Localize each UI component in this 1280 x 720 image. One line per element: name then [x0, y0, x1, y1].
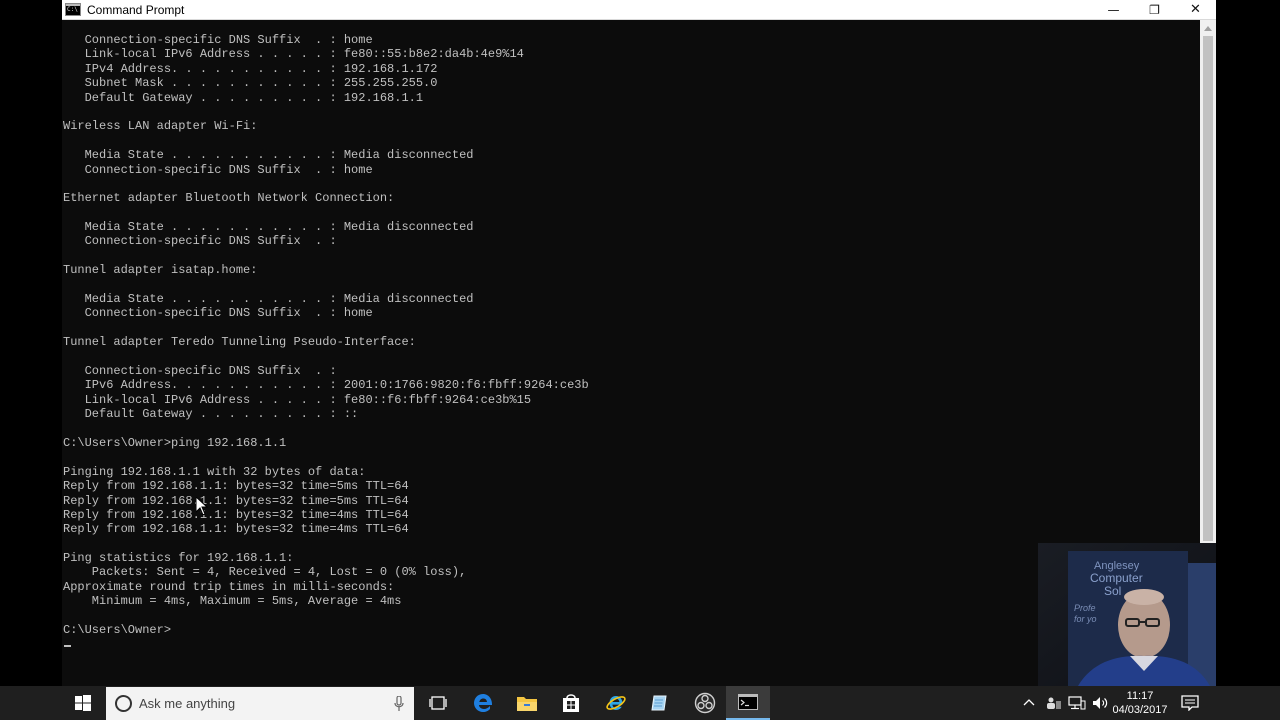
network-icon[interactable]: [1068, 696, 1086, 710]
clock[interactable]: 11:17 04/03/2017: [1104, 686, 1176, 720]
internet-explorer-icon: [606, 696, 626, 710]
console-line: Pinging 192.168.1.1 with 32 bytes of dat…: [63, 464, 366, 479]
edge-icon: [474, 694, 493, 712]
console-line: Subnet Mask . . . . . . . . . . . : 255.…: [63, 76, 438, 91]
console-line: Connection-specific DNS Suffix . :: [63, 234, 337, 249]
command-prompt-app-icon[interactable]: C:\: [65, 3, 81, 16]
people-tray-icon[interactable]: [1046, 696, 1062, 710]
console-line: Reply from 192.168.1.1: bytes=32 time=4m…: [63, 507, 409, 522]
task-view-button[interactable]: [416, 686, 460, 720]
console-line: Default Gateway . . . . . . . . . : ::: [63, 407, 359, 422]
text-cursor: [64, 645, 71, 648]
scroll-up-arrow-icon[interactable]: [1200, 20, 1216, 36]
console-line: Packets: Sent = 4, Received = 4, Lost = …: [63, 565, 467, 580]
console-line: C:\Users\Owner>ping 192.168.1.1: [63, 435, 287, 450]
console-line: Connection-specific DNS Suffix . : home: [63, 306, 373, 321]
obs-icon: [694, 692, 716, 714]
console-line: C:\Users\Owner>: [63, 623, 172, 638]
console-line: Reply from 192.168.1.1: bytes=32 time=5m…: [63, 493, 409, 508]
cortana-icon: [115, 695, 132, 712]
scroll-thumb[interactable]: [1203, 36, 1213, 541]
console-line: Media State . . . . . . . . . . . : Medi…: [63, 292, 474, 307]
task-view-icon: [429, 696, 447, 710]
action-center-button[interactable]: [1170, 686, 1210, 720]
console-line: Reply from 192.168.1.1: bytes=32 time=4m…: [63, 522, 409, 537]
console-line: Approximate round trip times in milli-se…: [63, 579, 395, 594]
restore-button[interactable]: ❐: [1134, 0, 1175, 19]
console-line: Connection-specific DNS Suffix . :: [63, 363, 337, 378]
title-bar[interactable]: C:\ Command Prompt — ❐ ✕: [62, 0, 1216, 20]
vertical-scrollbar[interactable]: [1200, 20, 1216, 543]
webcam-sign-line-3: Sol: [1104, 584, 1121, 598]
obs-taskbar-button[interactable]: [683, 686, 727, 720]
store-taskbar-button[interactable]: [549, 686, 593, 720]
search-placeholder: Ask me anything: [139, 696, 236, 711]
console-line: Media State . . . . . . . . . . . : Medi…: [63, 148, 474, 163]
file-explorer-taskbar-button[interactable]: [505, 686, 549, 720]
console-line: Reply from 192.168.1.1: bytes=32 time=5m…: [63, 479, 409, 494]
console-line: Link-local IPv6 Address . . . . . : fe80…: [63, 392, 532, 407]
command-prompt-taskbar-button[interactable]: [726, 686, 770, 720]
webcam-image: Anglesey Computer Sol Profe for yo: [1038, 543, 1216, 686]
close-button[interactable]: ✕: [1175, 0, 1216, 19]
notepad-taskbar-button[interactable]: [638, 686, 682, 720]
console-output[interactable]: Connection-specific DNS Suffix . : home …: [62, 20, 1200, 686]
webcam-overlay: Anglesey Computer Sol Profe for yo: [1038, 543, 1216, 686]
window-title: Command Prompt: [87, 2, 185, 17]
console-line: Default Gateway . . . . . . . . . : 192.…: [63, 90, 424, 105]
console-line: Tunnel adapter isatap.home:: [63, 263, 258, 278]
system-tray: [1022, 686, 1110, 720]
edge-taskbar-button[interactable]: [461, 686, 505, 720]
console-line: Minimum = 4ms, Maximum = 5ms, Average = …: [63, 594, 402, 609]
console-line: Wireless LAN adapter Wi-Fi:: [63, 119, 258, 134]
console-line: Connection-specific DNS Suffix . : home: [63, 33, 373, 47]
console-line: Ethernet adapter Bluetooth Network Conne…: [63, 191, 395, 206]
console-line: Link-local IPv6 Address . . . . . : fe80…: [63, 47, 524, 62]
start-button[interactable]: [63, 686, 103, 720]
console-line: IPv6 Address. . . . . . . . . . . : 2001…: [63, 378, 589, 393]
notification-icon: [1181, 695, 1199, 711]
file-explorer-icon: [517, 697, 537, 711]
video-margin-right: [1216, 0, 1280, 686]
microphone-icon[interactable]: [394, 695, 404, 712]
webcam-sign-line-2: Computer: [1090, 571, 1143, 585]
console-text: Connection-specific DNS Suffix . : home …: [63, 33, 589, 652]
minimize-button[interactable]: —: [1093, 0, 1134, 19]
webcam-sign-small-2: for yo: [1074, 614, 1097, 624]
notepad-icon: [651, 695, 667, 711]
webcam-sign-small-1: Profe: [1074, 603, 1096, 613]
console-line: IPv4 Address. . . . . . . . . . . : 192.…: [63, 61, 438, 76]
cortana-search-box[interactable]: Ask me anything: [106, 687, 414, 720]
console-line: Ping statistics for 192.168.1.1:: [63, 551, 294, 566]
clock-date: 04/03/2017: [1112, 704, 1168, 716]
windows-start-icon: [75, 695, 91, 711]
store-icon: [563, 694, 579, 712]
console-line: Media State . . . . . . . . . . . : Medi…: [63, 220, 474, 235]
internet-explorer-taskbar-button[interactable]: [594, 686, 638, 720]
clock-time: 11:17: [1126, 690, 1154, 702]
mouse-pointer-icon: [196, 497, 208, 515]
console-line: Connection-specific DNS Suffix . : home: [63, 162, 373, 177]
chevron-up-icon[interactable]: [1022, 696, 1036, 710]
console-line: Tunnel adapter Teredo Tunneling Pseudo-I…: [63, 335, 416, 350]
command-prompt-icon: [738, 694, 758, 710]
video-margin-left: [0, 0, 62, 686]
